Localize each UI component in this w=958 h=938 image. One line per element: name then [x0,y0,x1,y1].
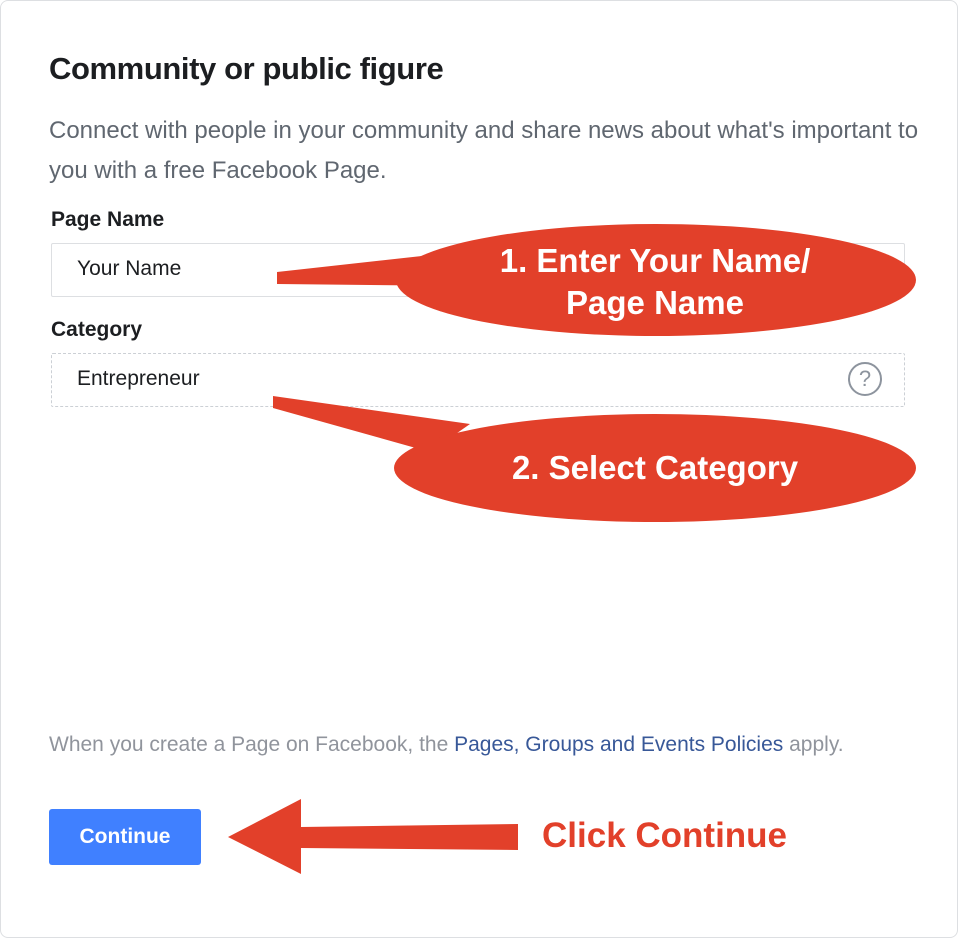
policy-prefix: When you create a Page on Facebook, the [49,733,455,756]
callout-select-category: 2. Select Category [511,449,799,486]
category-label: Category [51,318,143,341]
category-value: Entrepreneur [77,367,200,390]
category-input[interactable]: Entrepreneur ? [51,353,905,407]
policy-notice: When you create a Page on Facebook, the … [49,729,919,761]
page-name-label: Page Name [51,208,165,231]
callout-enter-name: 1. Enter Your Name/ Page Name [420,240,890,324]
policies-link[interactable]: Pages, Groups and Events Policies [454,733,783,756]
continue-button[interactable]: Continue [49,809,201,865]
policy-suffix: apply. [783,733,844,756]
question-circle-icon[interactable]: ? [848,362,882,396]
dialog-description: Connect with people in your community an… [49,117,919,184]
page-name-value: Your Name [77,257,182,280]
callout-enter-name-line1: 1. Enter Your Name/ [499,242,811,279]
dialog-title: Community or public figure [49,51,444,86]
callout-enter-name-line2: Page Name [566,284,744,321]
click-continue-annotation: Click Continue [542,816,788,855]
